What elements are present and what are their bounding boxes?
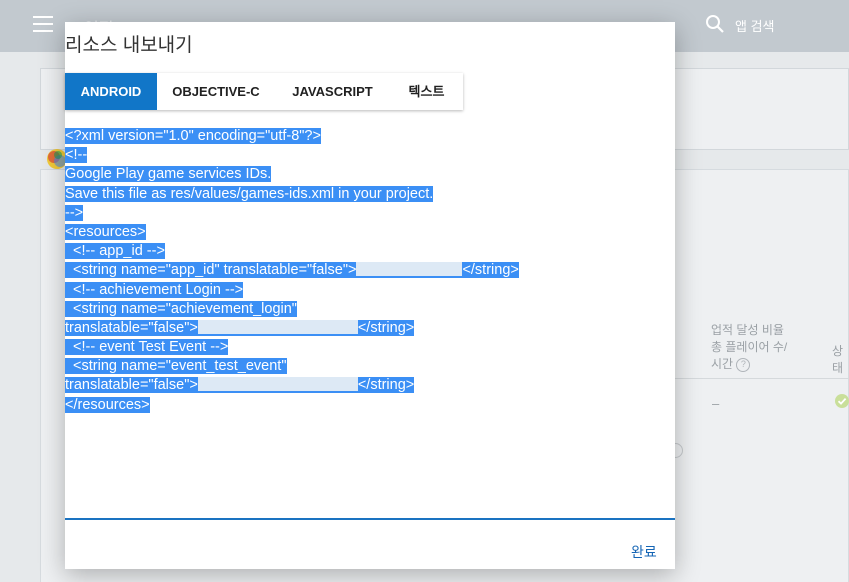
code-line: </resources> bbox=[65, 396, 150, 413]
code-block[interactable]: <?xml version="1.0" encoding="utf-8"?> <… bbox=[65, 127, 670, 415]
export-resources-dialog: 리소스 내보내기 ANDROID OBJECTIVE-C JAVASCRIPT … bbox=[65, 22, 675, 569]
row-rate-value: – bbox=[712, 396, 720, 411]
redacted-app-id bbox=[356, 262, 463, 277]
tab-text[interactable]: 텍스트 bbox=[390, 73, 463, 110]
code-line: <string name="event_test_event" bbox=[65, 358, 287, 375]
code-line: <resources> bbox=[65, 223, 146, 240]
column-header-status: 상태 bbox=[832, 344, 844, 375]
dialog-title: 리소스 내보내기 bbox=[65, 35, 193, 56]
code-line: Google Play game services IDs. bbox=[65, 166, 272, 183]
tab-android[interactable]: ANDROID bbox=[65, 73, 157, 110]
tab-objective-c[interactable]: OBJECTIVE-C bbox=[157, 73, 275, 110]
code-line: --> bbox=[65, 204, 84, 221]
code-line: </string> bbox=[357, 319, 415, 336]
code-line: <!-- bbox=[65, 147, 88, 164]
code-line: <string name="achievement_login" bbox=[65, 300, 297, 317]
code-line: translatable="false"> bbox=[65, 377, 198, 394]
search-icon[interactable] bbox=[705, 14, 725, 34]
code-line: </string> bbox=[357, 377, 415, 394]
code-line: Save this file as res/values/games-ids.x… bbox=[65, 185, 434, 202]
redacted-event-id bbox=[197, 377, 358, 392]
tab-javascript[interactable]: JAVASCRIPT bbox=[275, 73, 390, 110]
redacted-achievement-id bbox=[197, 319, 358, 334]
column-header-line1: 업적 달성 비율 bbox=[711, 323, 784, 337]
search-label[interactable]: 앱 검색 bbox=[735, 16, 775, 35]
code-line: <!-- app_id --> bbox=[65, 243, 165, 260]
help-icon[interactable]: ? bbox=[736, 357, 751, 372]
menu-icon[interactable] bbox=[33, 16, 53, 32]
column-header-line2: 총 플레이어 수/ bbox=[711, 340, 788, 354]
format-tabs: ANDROID OBJECTIVE-C JAVASCRIPT 텍스트 bbox=[65, 73, 463, 110]
column-header-rate: 업적 달성 비율 총 플레이어 수/ 시간 ? bbox=[711, 322, 801, 373]
code-line: </string> bbox=[462, 262, 519, 279]
code-line: <?xml version="1.0" encoding="utf-8"?> bbox=[65, 128, 321, 144]
code-line: <string name="app_id" translatable="fals… bbox=[65, 262, 357, 279]
code-line: <!-- event Test Event --> bbox=[65, 339, 229, 356]
column-header-line3: 시간 bbox=[711, 357, 734, 371]
done-button[interactable]: 완료 bbox=[631, 542, 657, 562]
check-icon bbox=[835, 394, 849, 408]
dialog-divider bbox=[65, 518, 675, 520]
code-line: translatable="false"> bbox=[65, 319, 198, 336]
code-line: <!-- achievement Login --> bbox=[65, 281, 244, 298]
row-divider bbox=[675, 378, 849, 379]
